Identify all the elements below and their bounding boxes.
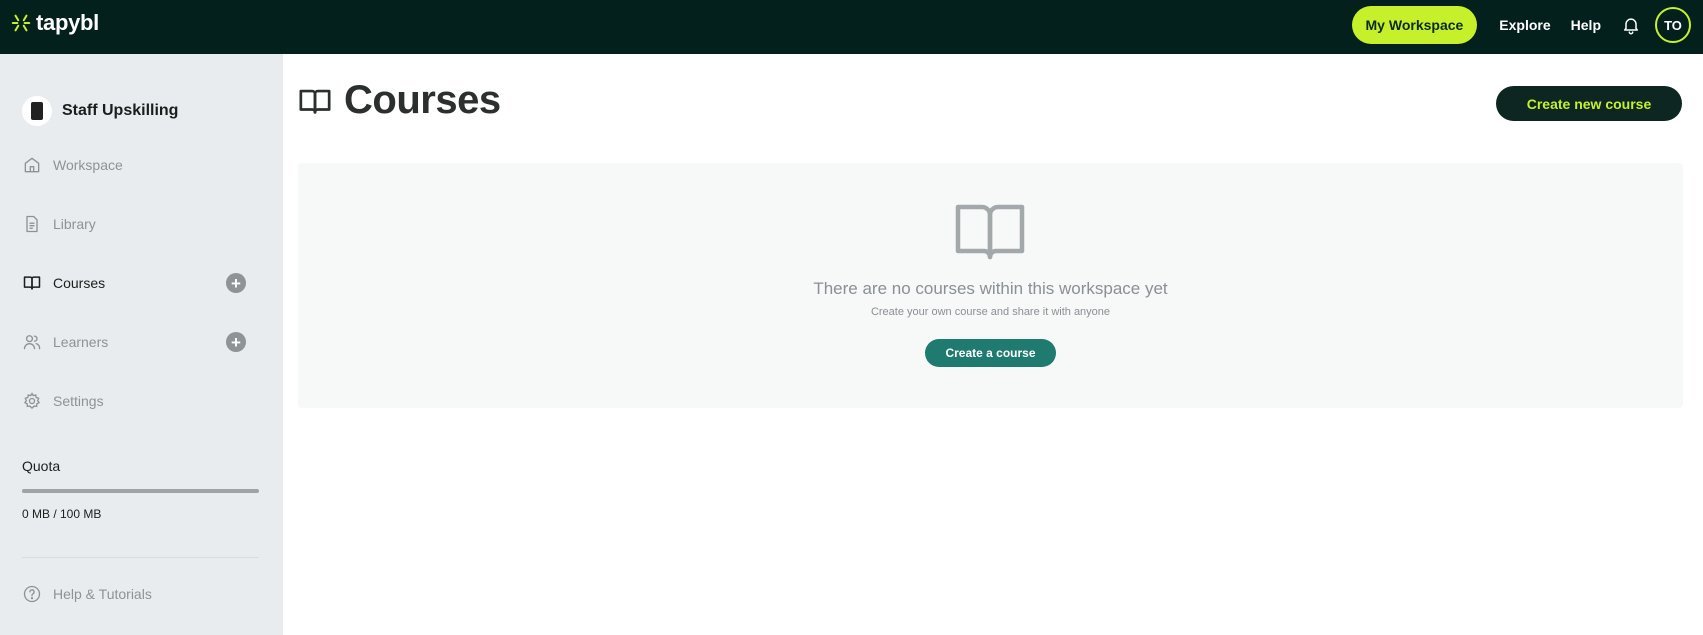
empty-state-panel: There are no courses within this workspa… xyxy=(298,163,1683,408)
sidebar-item-label: Learners xyxy=(53,334,109,350)
main-content: Courses Create new course There are no c… xyxy=(283,54,1703,635)
help-link[interactable]: Help xyxy=(1571,17,1601,33)
workspace-avatar xyxy=(22,96,52,126)
empty-state-title: There are no courses within this workspa… xyxy=(813,279,1168,298)
sidebar-item-settings[interactable]: Settings xyxy=(22,387,252,415)
sidebar-item-label: Courses xyxy=(53,275,106,291)
bell-icon[interactable] xyxy=(1621,15,1641,35)
top-nav-actions: My Workspace Explore Help TO xyxy=(1351,5,1691,45)
logo-spark-icon xyxy=(11,14,31,32)
add-course-icon[interactable]: + xyxy=(226,273,246,293)
tapybl-logo[interactable]: tapybl xyxy=(10,10,99,36)
workspace-name: Staff Upskilling xyxy=(62,102,179,119)
my-workspace-button[interactable]: My Workspace xyxy=(1351,6,1478,44)
empty-state-subtitle: Create your own course and share it with… xyxy=(870,306,1111,318)
users-icon xyxy=(22,332,42,352)
home-icon xyxy=(22,155,42,175)
create-new-course-button[interactable]: Create new course xyxy=(1496,86,1682,121)
page-header: Courses xyxy=(298,78,501,123)
sidebar-item-learners[interactable]: Learners + xyxy=(22,328,252,356)
book-icon xyxy=(299,89,331,114)
add-learner-icon[interactable]: + xyxy=(226,332,246,352)
sidebar-item-help-tutorials[interactable]: Help & Tutorials xyxy=(22,580,252,608)
document-icon xyxy=(22,214,42,234)
quota-usage-text: 0 MB / 100 MB xyxy=(22,507,102,521)
sidebar-item-library[interactable]: Library xyxy=(22,210,252,238)
sidebar-item-label: Settings xyxy=(53,393,104,409)
sidebar-item-label: Help & Tutorials xyxy=(53,586,152,602)
sidebar-item-label: Workspace xyxy=(53,157,123,173)
question-circle-icon xyxy=(22,584,42,604)
create-a-course-button[interactable]: Create a course xyxy=(925,339,1056,367)
page-title: Courses xyxy=(344,78,501,122)
explore-link[interactable]: Explore xyxy=(1499,17,1550,33)
user-avatar[interactable]: TO xyxy=(1655,7,1691,43)
sidebar-item-courses[interactable]: Courses + xyxy=(22,269,252,297)
sidebar-item-workspace[interactable]: Workspace xyxy=(22,151,252,179)
workspace-header[interactable]: Staff Upskilling xyxy=(22,96,178,126)
gear-icon xyxy=(22,391,42,411)
quota-progress-bar xyxy=(22,489,259,493)
book-icon xyxy=(955,204,1025,260)
sidebar-item-label: Library xyxy=(53,216,96,232)
book-icon xyxy=(22,273,42,293)
top-navigation-bar: tapybl My Workspace Explore Help TO xyxy=(0,0,1703,54)
quota-label: Quota xyxy=(22,458,61,474)
logo-wordmark: tapybl xyxy=(36,10,99,35)
sidebar: Staff Upskilling Workspace Library Cours… xyxy=(0,54,283,635)
sidebar-divider xyxy=(22,557,259,558)
